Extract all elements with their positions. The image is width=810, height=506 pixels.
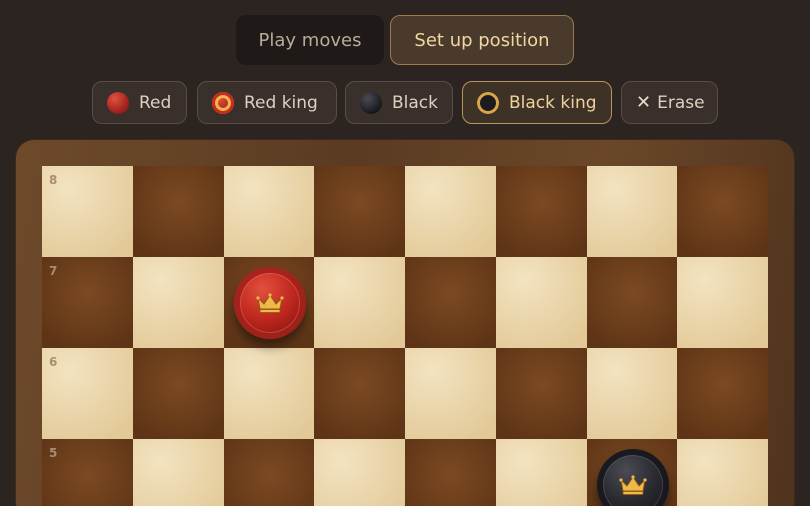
tool-black-label: Black bbox=[392, 92, 438, 113]
mode-tabs: Play moves Set up position bbox=[0, 15, 810, 67]
rank-label-6: 6 bbox=[49, 355, 58, 369]
square-c5[interactable] bbox=[223, 439, 316, 506]
red-piece-icon bbox=[107, 91, 129, 114]
crown-icon bbox=[618, 475, 647, 495]
checkers-board: 8 7 6 5 bbox=[42, 166, 768, 506]
black-piece-icon bbox=[360, 91, 382, 114]
piece-toolbar: Red Red king Black Black king ✕ Erase bbox=[0, 81, 810, 125]
tool-red-king-label: Red king bbox=[244, 92, 318, 113]
square-c6[interactable] bbox=[223, 348, 316, 439]
square-e7[interactable] bbox=[405, 257, 497, 348]
square-d5[interactable] bbox=[314, 439, 407, 506]
tool-erase-button[interactable]: ✕ Erase bbox=[621, 81, 718, 124]
square-e8[interactable] bbox=[405, 166, 497, 257]
close-icon: ✕ bbox=[636, 91, 652, 113]
square-e6[interactable] bbox=[405, 348, 497, 439]
square-f8[interactable] bbox=[495, 166, 588, 257]
tab-set-up-position[interactable]: Set up position bbox=[390, 15, 574, 65]
square-c8[interactable] bbox=[223, 166, 316, 257]
crown-icon bbox=[255, 293, 284, 313]
square-h7[interactable] bbox=[677, 257, 768, 348]
square-e5[interactable] bbox=[405, 439, 497, 506]
square-g7[interactable] bbox=[586, 257, 679, 348]
square-f6[interactable] bbox=[495, 348, 588, 439]
square-b5[interactable] bbox=[132, 439, 225, 506]
tool-red-button[interactable]: Red bbox=[92, 81, 187, 124]
tool-black-button[interactable]: Black bbox=[345, 81, 453, 124]
square-g8[interactable] bbox=[586, 166, 679, 257]
red-king-icon bbox=[212, 91, 234, 114]
tool-red-label: Red bbox=[139, 92, 172, 113]
square-b8[interactable] bbox=[132, 166, 225, 257]
square-d6[interactable] bbox=[314, 348, 407, 439]
square-f5[interactable] bbox=[495, 439, 588, 506]
black-king-icon bbox=[477, 91, 499, 114]
rank-label-8: 8 bbox=[49, 173, 58, 187]
tab-play-moves[interactable]: Play moves bbox=[236, 15, 384, 65]
square-h8[interactable] bbox=[677, 166, 768, 257]
square-g6[interactable] bbox=[586, 348, 679, 439]
tool-black-king-label: Black king bbox=[509, 92, 597, 113]
square-h5[interactable] bbox=[677, 439, 768, 506]
square-h6[interactable] bbox=[677, 348, 768, 439]
red-king-piece-c7[interactable] bbox=[233, 267, 306, 339]
square-b7[interactable] bbox=[132, 257, 225, 348]
square-f7[interactable] bbox=[495, 257, 588, 348]
rank-label-5: 5 bbox=[49, 446, 58, 460]
tool-erase-label: Erase bbox=[657, 92, 705, 113]
square-d7[interactable] bbox=[314, 257, 407, 348]
square-d8[interactable] bbox=[314, 166, 407, 257]
tool-black-king-button[interactable]: Black king bbox=[462, 81, 612, 124]
square-b6[interactable] bbox=[132, 348, 225, 439]
rank-label-7: 7 bbox=[49, 264, 58, 278]
tool-red-king-button[interactable]: Red king bbox=[197, 81, 337, 124]
